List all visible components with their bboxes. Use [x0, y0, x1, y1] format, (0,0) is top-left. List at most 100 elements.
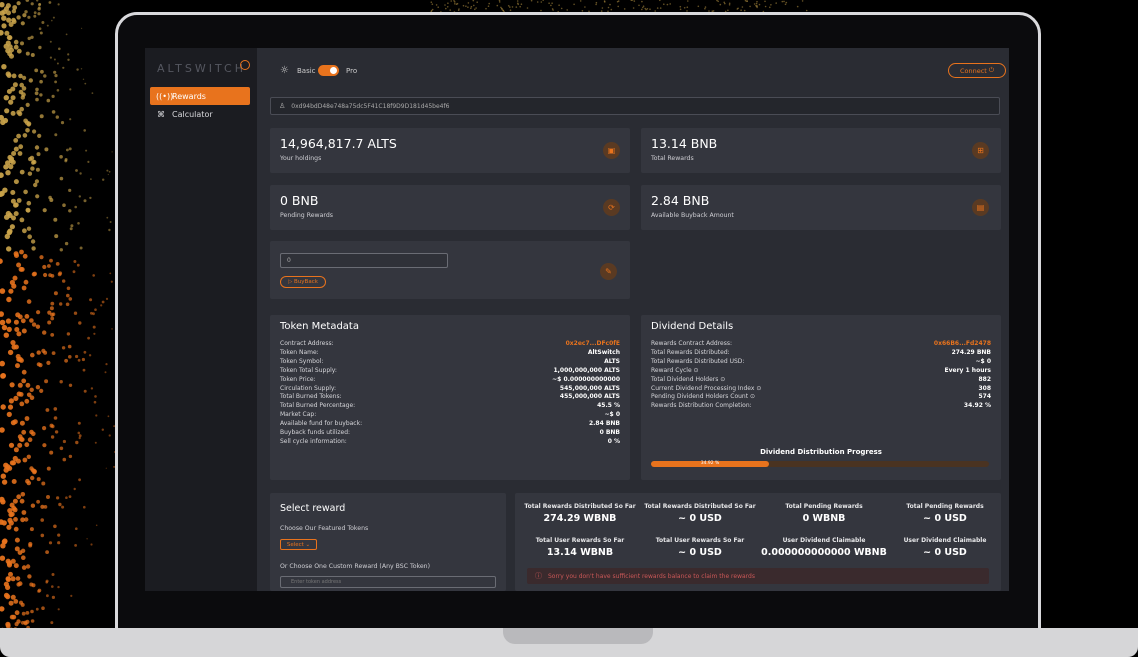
- background-dot: [686, 6, 689, 8]
- background-dot: [9, 47, 15, 53]
- background-dot: [30, 53, 35, 57]
- background-dot: [633, 0, 636, 2]
- background-dot: [68, 355, 72, 359]
- summary-stat-label: Total Rewards Distributed So Far: [524, 503, 636, 510]
- background-dot: [584, 6, 586, 8]
- background-dot: [68, 188, 72, 192]
- sidebar-item-calculator[interactable]: ⌘ Calculator: [150, 105, 250, 123]
- background-dot: [83, 129, 86, 132]
- background-dot: [617, 0, 620, 2]
- background-dot: [18, 266, 24, 272]
- background-dot: [13, 563, 19, 569]
- background-dot: [15, 312, 21, 318]
- background-dot: [73, 487, 76, 491]
- background-dot: [728, 4, 731, 6]
- user-icon: ♙: [279, 102, 286, 110]
- token-metadata-title: Token Metadata: [280, 321, 359, 332]
- background-dot: [16, 262, 22, 268]
- background-dot: [16, 1, 21, 6]
- background-dot: [526, 7, 529, 9]
- background-dot: [57, 272, 62, 277]
- background-dot: [64, 241, 69, 246]
- summary-stat: Total Rewards Distributed So Far ~ 0 USD: [635, 503, 765, 524]
- row-value: 2.84 BNB: [588, 420, 620, 428]
- background-dot: [5, 210, 12, 217]
- background-dot: [8, 600, 14, 606]
- background-dot: [57, 533, 61, 537]
- token-address-input[interactable]: Enter token address: [280, 576, 496, 588]
- background-dot: [68, 495, 72, 498]
- background-dot: [21, 429, 27, 435]
- background-dot: [20, 41, 24, 46]
- background-dot: [77, 358, 81, 362]
- background-dot: [13, 44, 19, 50]
- background-dot: [57, 3, 60, 6]
- progress-fill: 34.92 %: [651, 461, 770, 467]
- featured-token-select[interactable]: Select ⌄: [280, 539, 317, 550]
- background-dot: [542, 0, 544, 1]
- background-dot: [472, 0, 475, 2]
- background-dot: [758, 3, 761, 6]
- background-dot: [83, 505, 86, 509]
- theme-icon[interactable]: [240, 60, 250, 70]
- background-dot: [93, 400, 97, 404]
- background-dot: [33, 11, 37, 15]
- background-dot: [10, 594, 16, 600]
- background-dot: [50, 301, 55, 306]
- background-dot: [53, 524, 57, 529]
- background-dot: [91, 92, 94, 94]
- background-dot: [79, 172, 82, 175]
- background-dot: [49, 56, 53, 59]
- background-dot: [43, 272, 48, 278]
- contract-address-link[interactable]: 0x2ec7...DFc0fE: [566, 340, 620, 347]
- background-dot: [21, 92, 26, 97]
- background-dot: [16, 582, 21, 587]
- background-dot: [37, 12, 41, 16]
- background-dot: [623, 8, 626, 10]
- row-value: 0 BNB: [599, 429, 620, 436]
- background-dot: [68, 297, 73, 301]
- background-dot: [47, 320, 52, 325]
- row-key: Rewards Distribution Completion:: [651, 402, 752, 410]
- background-dot: [24, 398, 30, 404]
- sidebar-item-rewards[interactable]: ((•)) Rewards: [150, 87, 250, 105]
- summary-stat: Total Rewards Distributed So Far 274.29 W…: [515, 503, 645, 524]
- background-dot: [617, 5, 619, 8]
- background-dot: [27, 437, 33, 443]
- background-dot: [83, 389, 87, 393]
- background-dot: [68, 383, 73, 387]
- background-dot: [78, 321, 82, 325]
- wallet-address-field[interactable]: ♙ 0xd94bdD48e748a75dc5F41C18f9D9D181d45b…: [270, 97, 1000, 115]
- connect-button[interactable]: Connect ⏻: [948, 63, 1006, 78]
- background-dot: [60, 121, 65, 125]
- background-dot: [679, 8, 682, 11]
- metadata-row: Available fund for buyback: 2.84 BNB: [280, 420, 620, 429]
- background-dot: [9, 53, 14, 59]
- background-dot: [498, 1, 501, 3]
- background-dot: [61, 346, 66, 350]
- sidebar: ALTSWITCH ((•)) Rewards ⌘ Calculator: [145, 48, 257, 591]
- metadata-row: Circulation Supply: 545,000,000 ALTS: [280, 385, 620, 394]
- summary-stat-label: User Dividend Claimable: [903, 537, 987, 544]
- background-dot: [29, 429, 34, 435]
- buyback-amount-input[interactable]: 0: [280, 253, 448, 268]
- background-dot: [70, 594, 73, 598]
- mode-toggle[interactable]: [318, 65, 339, 76]
- background-dot: [24, 10, 28, 14]
- background-dot: [89, 196, 92, 200]
- metadata-row: Token Total Supply: 1,000,000,000 ALTS: [280, 367, 620, 376]
- background-dot: [45, 579, 49, 583]
- background-dot: [5, 576, 11, 583]
- background-dot: [106, 216, 109, 219]
- background-dot: [770, 4, 772, 6]
- background-dot: [39, 114, 44, 119]
- background-dot: [29, 582, 34, 587]
- metadata-row: Contract Address: 0x2ec7...DFc0fE: [280, 340, 620, 349]
- buyback-button[interactable]: ▷ BuyBack: [280, 276, 326, 288]
- background-dot: [0, 258, 3, 264]
- background-dot: [21, 328, 27, 334]
- row-key: Total Burned Percentage:: [280, 402, 356, 410]
- background-dot: [22, 13, 27, 18]
- background-dot: [108, 170, 111, 173]
- contract-address-link[interactable]: 0x66B6...Fd2478: [934, 340, 991, 347]
